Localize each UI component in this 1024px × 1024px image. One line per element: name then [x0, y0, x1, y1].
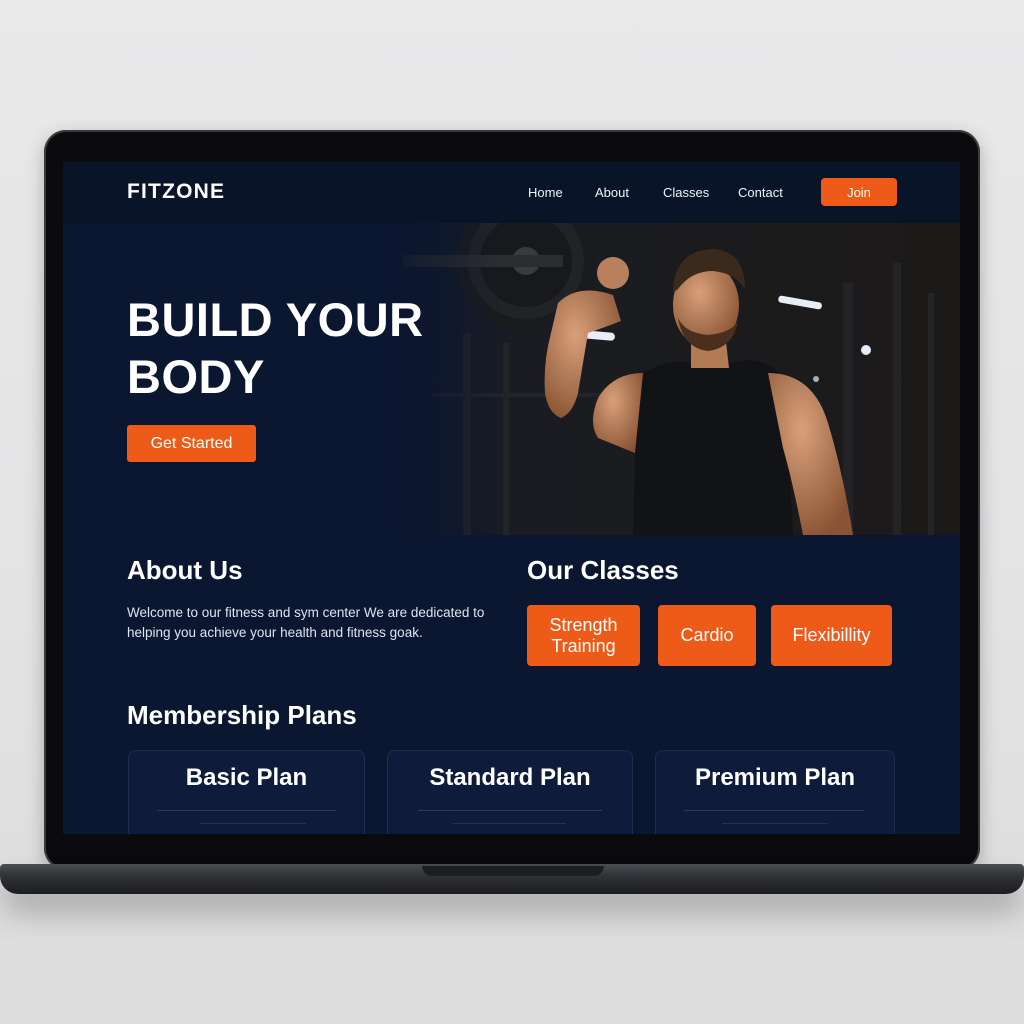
nav-link-about[interactable]: About [595, 185, 629, 200]
nav-link-contact[interactable]: Contact [738, 185, 783, 200]
plans-heading: Membership Plans [127, 700, 357, 730]
class-card-strength-training[interactable]: Strength Training [527, 605, 640, 666]
class-card-cardio[interactable]: Cardio [658, 605, 756, 666]
plan-name: Premium Plan [694, 764, 856, 791]
plan-card-basic[interactable]: Basic Plan [128, 750, 365, 834]
plan-card-standard[interactable]: Standard Plan [387, 750, 633, 834]
plan-divider [157, 810, 336, 811]
hero-title-line2: BODY [127, 350, 265, 403]
class-card-label: Strength Training [549, 614, 618, 656]
class-card-flexibility[interactable]: Flexibillity [771, 605, 892, 666]
hero-section: BUILD YOUR BODY Get Started [63, 223, 960, 535]
plan-divider [452, 823, 566, 824]
get-started-button[interactable]: Get Started [127, 425, 256, 462]
about-description: Welcome to our fitness and sym center We… [127, 605, 485, 640]
class-card-label: Flexibillity [792, 625, 871, 645]
plan-divider [722, 823, 828, 824]
classes-heading: Our Classes [527, 555, 679, 585]
plan-divider [418, 810, 602, 811]
about-heading: About Us [127, 555, 243, 585]
plan-name: Standard Plan [429, 764, 591, 791]
top-navbar: FITZONE Home About Classes Contact Join [63, 162, 960, 223]
plan-name: Basic Plan [185, 764, 308, 791]
class-card-label: Cardio [680, 625, 734, 645]
nav-link-classes[interactable]: Classes [663, 185, 709, 200]
brand-logo[interactable]: FITZONE [127, 180, 225, 204]
plan-divider [684, 810, 864, 811]
join-button[interactable]: Join [821, 178, 897, 206]
hero-title-line1: BUILD YOUR [127, 293, 424, 346]
nav-link-home[interactable]: Home [528, 185, 563, 200]
laptop-notch [422, 866, 604, 876]
website-screen: FITZONE Home About Classes Contact Join [63, 162, 960, 834]
plan-divider [199, 823, 306, 824]
hero-title: BUILD YOUR BODY [127, 291, 507, 405]
plan-card-premium[interactable]: Premium Plan [655, 750, 895, 834]
